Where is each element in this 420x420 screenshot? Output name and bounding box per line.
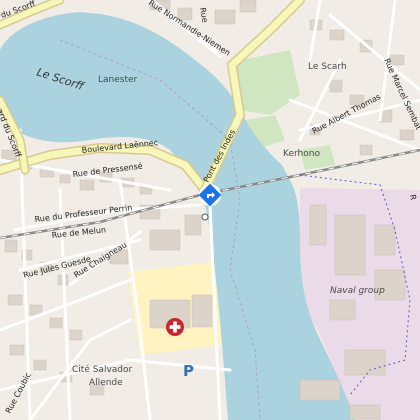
hospital-marker[interactable] (166, 318, 184, 336)
parking-marker[interactable]: P (183, 362, 194, 380)
place-label-lanester: Lanester (98, 75, 138, 85)
place-label-cite-line2: Allende (89, 378, 123, 388)
place-label-naval-group: Naval group (330, 286, 385, 296)
place-label-le-scarh: Le Scarh (308, 62, 347, 72)
place-label-cite-line1: Cité Salvador (72, 364, 133, 375)
map-canvas[interactable]: Le Scorff Lanester Le Scarh Kerhono Nava… (0, 0, 420, 420)
place-label-kerhono: Kerhono (283, 149, 320, 159)
